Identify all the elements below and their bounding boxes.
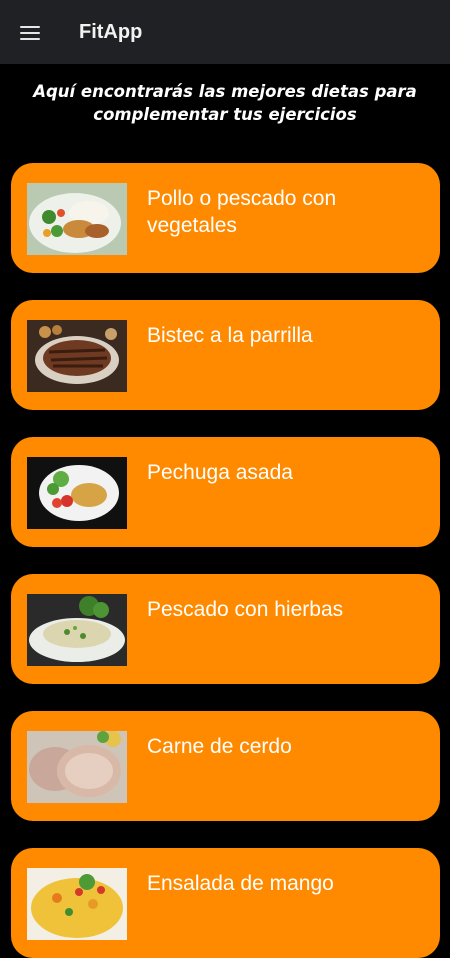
diet-card-cerdo[interactable]: Carne de cerdo (11, 711, 440, 821)
diet-card-ensalada[interactable]: Ensalada de mango (11, 848, 440, 958)
diet-card-pollo[interactable]: Pollo o pescado con vegetales (11, 163, 440, 273)
app-title: FitApp (79, 20, 143, 43)
mango-salad-image (27, 868, 127, 940)
grilled-steak-image (27, 320, 127, 392)
diet-card-pechuga[interactable]: Pechuga asada (11, 437, 440, 547)
diet-label: Pescado con hierbas (147, 598, 344, 621)
diet-card-pescado[interactable]: Pescado con hierbas (11, 574, 440, 684)
chicken-vegetables-image (27, 183, 127, 255)
diet-label: Carne de cerdo (147, 735, 292, 758)
diet-label: Pechuga asada (147, 461, 293, 484)
page-subtitle: Aquí encontrarás las mejores dietas para… (33, 82, 417, 124)
hamburger-menu-icon[interactable] (20, 23, 44, 41)
diet-card-bistec[interactable]: Bistec a la parrilla (11, 300, 440, 410)
roasted-chicken-breast-image (27, 457, 127, 529)
app-bar: FitApp (0, 0, 450, 64)
pork-meat-image (27, 731, 127, 803)
diet-label: Pollo o pescado con vegetales (147, 187, 337, 237)
diet-label: Bistec a la parrilla (147, 324, 313, 347)
herbed-fish-image (27, 594, 127, 666)
diet-label: Ensalada de mango (147, 872, 334, 895)
